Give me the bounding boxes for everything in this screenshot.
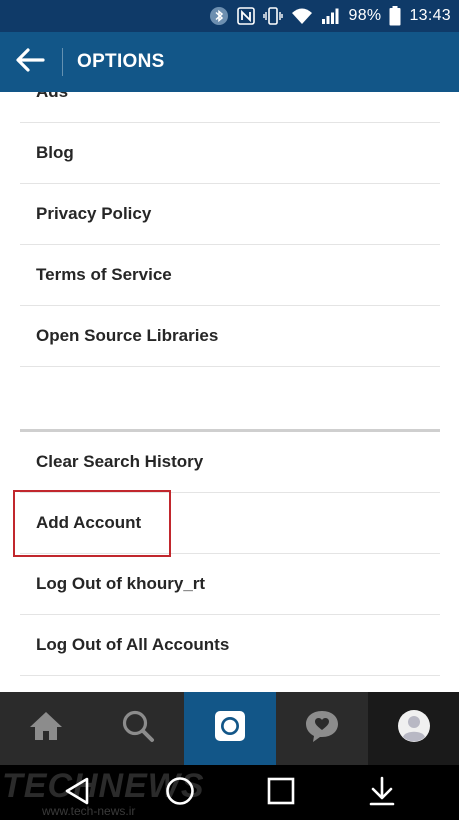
back-button[interactable] xyxy=(10,42,50,82)
clock: 13:43 xyxy=(409,7,451,24)
bottom-tab-bar xyxy=(0,692,459,765)
option-label: Log Out of All Accounts xyxy=(36,635,230,654)
tab-profile[interactable] xyxy=(368,692,459,765)
options-list[interactable]: Ads Blog Privacy Policy Terms of Service… xyxy=(0,92,459,692)
option-log-out-all-accounts[interactable]: Log Out of All Accounts xyxy=(20,615,440,676)
tab-camera[interactable] xyxy=(184,692,276,765)
option-label: Terms of Service xyxy=(36,265,172,284)
notification-down-icon xyxy=(367,775,397,812)
option-label: Open Source Libraries xyxy=(36,326,219,345)
option-terms-of-service[interactable]: Terms of Service xyxy=(20,245,440,306)
tab-activity[interactable] xyxy=(276,692,368,765)
option-label: Ads xyxy=(36,92,68,102)
option-clear-search-history[interactable]: Clear Search History xyxy=(20,432,440,493)
option-label: Log Out of khoury_rt xyxy=(36,574,206,593)
camera-icon xyxy=(213,709,247,748)
page-title: OPTIONS xyxy=(77,51,165,72)
wifi-icon xyxy=(291,7,313,25)
option-ads[interactable]: Ads xyxy=(20,92,440,123)
status-icons: 98% 13:43 xyxy=(209,0,451,32)
back-arrow-icon xyxy=(14,46,46,79)
signal-icon xyxy=(321,7,341,25)
bluetooth-icon xyxy=(209,6,229,26)
activity-icon xyxy=(304,709,340,748)
option-privacy-policy[interactable]: Privacy Policy xyxy=(20,184,440,245)
option-label: Privacy Policy xyxy=(36,204,152,223)
tab-search[interactable] xyxy=(92,692,184,765)
status-bar: 98% 13:43 xyxy=(0,0,459,32)
option-label: Clear Search History xyxy=(36,452,204,471)
app-bar-divider xyxy=(62,48,63,76)
option-add-account[interactable]: Add Account xyxy=(20,493,440,554)
home-circle-icon xyxy=(164,775,196,812)
back-triangle-icon xyxy=(63,776,93,811)
search-icon xyxy=(121,709,155,748)
system-recents-button[interactable] xyxy=(259,773,303,813)
app-bar: OPTIONS xyxy=(0,32,459,92)
system-notification-button[interactable] xyxy=(360,773,404,813)
home-icon xyxy=(28,710,64,747)
system-nav-bar: TECHNEWS www.tech-news.ir xyxy=(0,765,459,820)
option-log-out-account[interactable]: Log Out of khoury_rt xyxy=(20,554,440,615)
battery-percent: 98% xyxy=(348,7,382,24)
option-blog[interactable]: Blog xyxy=(20,123,440,184)
profile-icon xyxy=(397,709,431,748)
option-label: Add Account xyxy=(36,513,142,532)
battery-icon xyxy=(389,6,401,26)
system-home-button[interactable] xyxy=(158,773,202,813)
tab-home[interactable] xyxy=(0,692,92,765)
option-open-source-libraries[interactable]: Open Source Libraries xyxy=(20,306,440,367)
vibrate-icon xyxy=(262,7,283,25)
option-label: Blog xyxy=(36,143,74,162)
recents-square-icon xyxy=(266,776,296,811)
system-back-button[interactable] xyxy=(56,773,100,813)
nfc-icon xyxy=(236,7,255,25)
